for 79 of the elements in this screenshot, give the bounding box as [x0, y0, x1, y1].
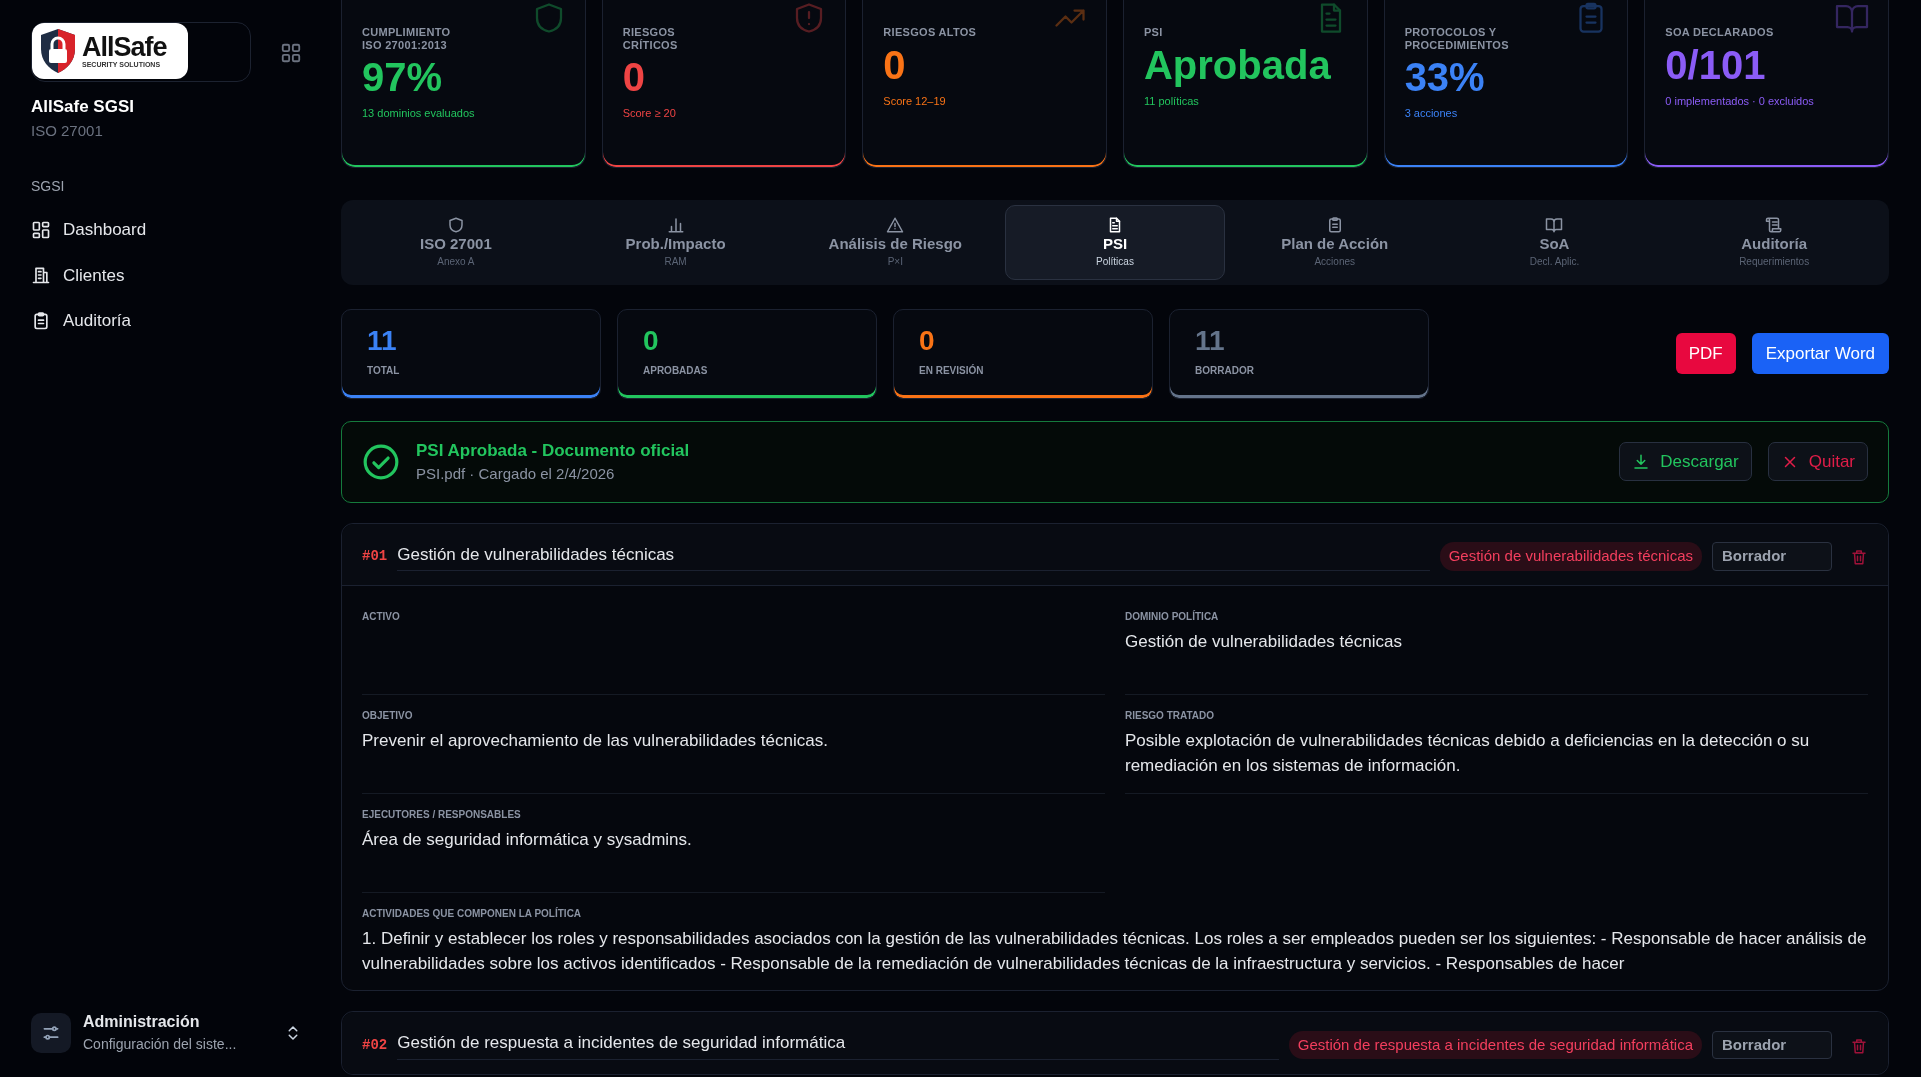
stat-label: EN REVISIÓN: [919, 363, 985, 379]
section-label: SGSI: [31, 177, 66, 196]
kpi-label: RIESGOS CRÍTICOS: [622, 26, 679, 52]
kpi-label: PROTOCOLOS Y PROCEDIMIENTOS: [1404, 26, 1510, 52]
field-label: OBJETIVO: [362, 709, 414, 723]
stat-value: 0: [643, 323, 660, 358]
kpi-note: 0 implementados · 0 excluidos: [1665, 93, 1815, 109]
stat-value: 11: [367, 323, 398, 358]
download-button[interactable]: Descargar: [1619, 441, 1752, 482]
grid-icon: [280, 41, 302, 64]
sidebar-item[interactable]: Clientes: [31, 252, 302, 298]
policy-title-field[interactable]: Gestión de vulnerabilidades técnicas: [397, 541, 1430, 571]
tab[interactable]: Plan de Acción Acciones: [1224, 205, 1445, 280]
scroll-icon: [1765, 216, 1784, 234]
domain-tag: Gestión de respuesta a incidentes de seguridad informática: [1288, 1030, 1702, 1060]
brand-title: AllSafe SGSI: [31, 96, 135, 118]
export-word-button[interactable]: Exportar Word: [1751, 332, 1889, 375]
policy-number: #02: [362, 1035, 388, 1055]
building-icon: [31, 265, 51, 286]
stat-value: 11: [1195, 323, 1226, 358]
status-select[interactable]: Borrador: [1712, 542, 1832, 571]
field-value: Posible explotación de vulnerabilidades técnicas debido a deficiencias en la detección o su remediación en los sistemas de información.: [1125, 730, 1811, 777]
trash-icon: [1850, 548, 1868, 566]
field-label: ACTIVIDADES QUE COMPONEN LA POLÍTICA: [362, 906, 583, 921]
kpi-label: RIESGOS ALTOS: [883, 26, 978, 39]
status-select[interactable]: Borrador: [1712, 1030, 1832, 1060]
sidebar-item[interactable]: Auditoría: [31, 298, 302, 344]
policy-title-field[interactable]: Gestión de respuesta a incidentes de seguridad informática: [397, 1030, 1279, 1060]
kpi-note: Score 12–19: [883, 93, 947, 109]
warning-icon: [886, 216, 905, 234]
check-circle-icon: [362, 442, 400, 481]
banner-meta: PSI.pdf · Cargado el 2/4/2026: [416, 464, 616, 484]
kpi-note: 3 acciones: [1404, 106, 1459, 122]
tab[interactable]: ISO 27001 Anexo A: [346, 205, 566, 280]
kpi-note: 13 dominios evaluados: [362, 106, 476, 122]
policy-number: #01: [362, 546, 388, 566]
shield-icon: [446, 216, 465, 234]
admin-title: Administración: [83, 1012, 201, 1032]
admin-subtitle: Configuración del siste...: [83, 1035, 238, 1054]
field-label: ACTIVO: [362, 610, 401, 624]
kpi-label: PSI: [1143, 26, 1164, 39]
stat-label: APROBADAS: [643, 364, 709, 379]
remove-button[interactable]: Quitar: [1767, 441, 1868, 482]
kpi-value: Aprobada: [1143, 42, 1332, 87]
tab[interactable]: Análisis de Riesgo P×I: [785, 205, 1006, 280]
trash-icon: [1850, 1036, 1868, 1055]
sidebar-item[interactable]: Dashboard: [31, 207, 302, 253]
field-label: RIESGO TRATADO: [1125, 709, 1216, 723]
kpi-note: Score ≥ 20: [622, 106, 677, 122]
kpi-value: 0: [883, 42, 907, 87]
stat-value: 0: [919, 323, 936, 358]
stat-label: BORRADOR: [1195, 364, 1255, 379]
dashboard-icon: [31, 219, 51, 240]
tab[interactable]: Auditoría Requerimientos: [1664, 205, 1885, 280]
field-label: DOMINIO POLÍTICA: [1125, 609, 1220, 624]
kpi-label: SOA DECLARADOS: [1665, 26, 1775, 39]
book-icon: [1545, 216, 1564, 234]
kpi-label: CUMPLIMIENTO ISO 27001:2013: [362, 26, 452, 52]
kpi-value: 0: [622, 55, 646, 100]
tab[interactable]: PSI Políticas: [1005, 205, 1225, 280]
tab[interactable]: Prob./Impacto RAM: [565, 205, 786, 280]
domain-tag: Gestión de vulnerabilidades técnicas: [1439, 542, 1702, 571]
kpi-value: 0/101: [1665, 42, 1767, 87]
field-value: Prevenir el aprovechamiento de las vulnerabilidades técnicas.: [362, 730, 829, 752]
banner-title: PSI Aprobada - Documento oficial: [416, 439, 691, 462]
clipboard-icon: [31, 310, 51, 331]
tab[interactable]: SoA Decl. Aplic.: [1444, 205, 1665, 280]
field-value: Gestión de vulnerabilidades técnicas: [1125, 631, 1403, 653]
field-value: 1. Definir y establecer los roles y responsabilidades asociados con la gestión de las vulnerabilidades técnicas. Los roles a ser empleados pueden ser los siguientes: - Responsable de hacer análisis de vulnerabilidades sobre los activos identificados - Responsable de la remediación de vulnerabilidades técnicas de la infraestructura y servicios. - Responsables de hacer: [362, 928, 1868, 975]
kpi-value: 97%: [362, 55, 444, 100]
kpi-value: 33%: [1404, 55, 1486, 100]
download-icon: [1632, 452, 1651, 471]
kpi-note: 11 políticas: [1143, 93, 1200, 109]
stat-label: TOTAL: [367, 364, 401, 379]
field-label: EJECUTORES / RESPONSABLES: [362, 808, 522, 822]
pdf-button[interactable]: PDF: [1675, 332, 1736, 375]
bar-chart-icon: [666, 216, 685, 234]
brand-subtitle: ISO 27001: [31, 120, 104, 141]
field-value: Área de seguridad informática y sysadmins.: [362, 829, 693, 851]
